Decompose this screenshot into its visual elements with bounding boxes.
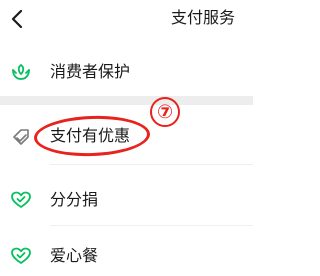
annotation-step-badge: ⑦ <box>150 97 180 127</box>
row-separator <box>50 225 253 226</box>
back-button[interactable] <box>6 6 28 32</box>
hands-leaf-icon <box>10 61 32 83</box>
menu-item-label: 分分捐 <box>50 190 99 209</box>
heart-check-icon <box>10 189 32 211</box>
menu-item-label: 消费者保护 <box>50 62 131 81</box>
row-separator <box>50 164 253 165</box>
menu-item-fenfen-donation[interactable]: 分分捐 <box>0 180 253 220</box>
page-title: 支付服务 <box>170 8 235 27</box>
chevron-left-icon <box>11 9 23 29</box>
menu-item-consumer-protection[interactable]: 消费者保护 <box>0 52 253 92</box>
menu-item-charity-meal[interactable]: 爱心餐 <box>0 236 253 276</box>
discount-tag-icon <box>10 125 32 147</box>
section-divider <box>0 96 253 105</box>
menu-item-label: 爱心餐 <box>50 246 99 265</box>
heart-check-icon <box>10 245 32 267</box>
nav-bar: 支付服务 <box>0 0 253 38</box>
